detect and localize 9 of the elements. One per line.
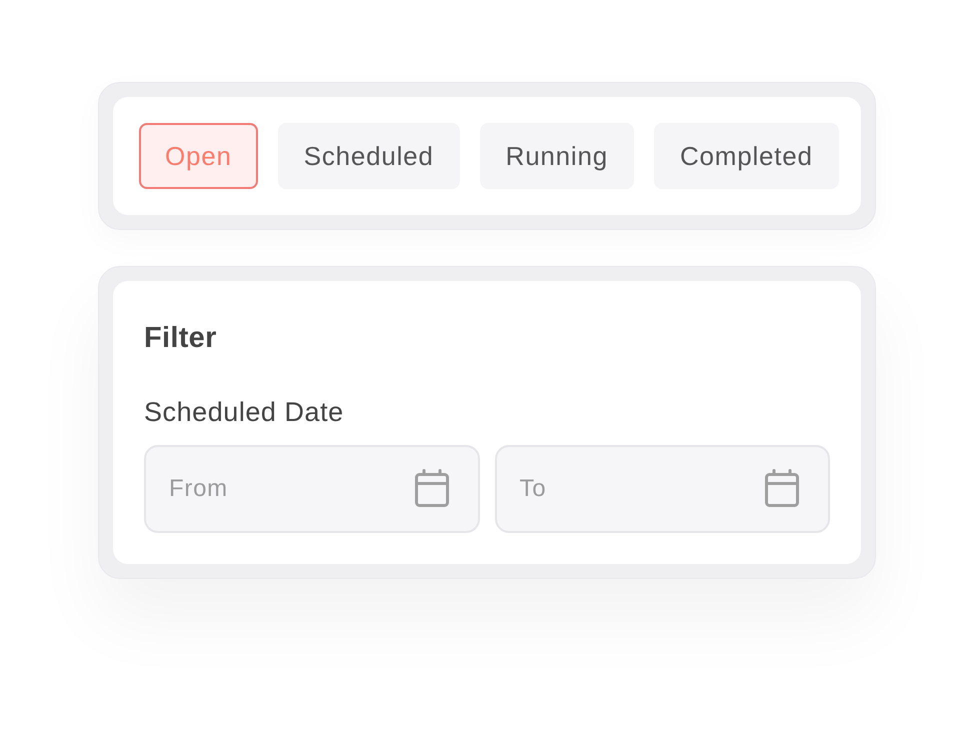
calendar-icon[interactable] [414, 469, 448, 508]
section-label: Scheduled Date [144, 396, 345, 428]
date-field[interactable]: To [494, 445, 830, 534]
date-field[interactable]: From [144, 445, 480, 534]
status-tab[interactable]: Scheduled [278, 123, 460, 189]
status-tab[interactable]: Running [480, 123, 634, 189]
calendar-icon[interactable] [765, 469, 799, 508]
filter-title: Filter [144, 321, 218, 356]
status-tab[interactable]: Completed [654, 123, 839, 189]
